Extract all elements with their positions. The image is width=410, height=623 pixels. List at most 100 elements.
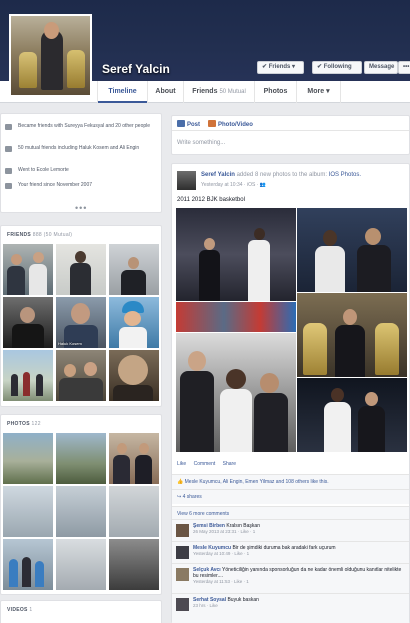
- friends-box-title: FRIENDS: [7, 232, 32, 238]
- story-author-avatar[interactable]: [177, 171, 196, 190]
- photo-tile[interactable]: [56, 433, 106, 484]
- videos-box-header[interactable]: VIDEOS 1: [7, 607, 33, 613]
- friends-box-header[interactable]: FRIENDS 888 (50 Mutual): [7, 232, 72, 238]
- story-time-text: Yesterday at 10:34 · iOS ·: [201, 182, 260, 188]
- tab-friends-label: Friends: [192, 88, 218, 95]
- story-author-link[interactable]: Seref Yalcin: [201, 172, 235, 178]
- friends-button[interactable]: ✔ Friends ▾: [257, 61, 304, 74]
- tab-about-label: About: [155, 88, 176, 95]
- album-caption: 2011 2012 BJK basketbol: [177, 197, 245, 203]
- photos-box-title: PHOTOS: [7, 421, 30, 427]
- photo-tile[interactable]: [56, 539, 106, 590]
- tab-more[interactable]: More ▾: [296, 81, 341, 103]
- commenter-avatar[interactable]: [176, 568, 189, 581]
- friends-button-label: Friends ▾: [268, 64, 296, 70]
- check-icon: ✔: [262, 64, 269, 70]
- friend-tile[interactable]: [3, 350, 53, 401]
- comment-meta[interactable]: 26 May 2013 at 23:31 · Like · 1: [193, 529, 405, 535]
- friend-tile[interactable]: [56, 244, 106, 295]
- comment-text: Yöneticiliğin yanında sponsorluğun da ne…: [193, 567, 402, 579]
- view-more-comments[interactable]: View 6 more comments: [172, 506, 409, 519]
- photos-box-header[interactable]: PHOTOS 122: [7, 421, 41, 427]
- profile-person-head: [44, 22, 59, 39]
- comment-body: Mesle Kuyumcu Bir de şimdiki duruma bak …: [193, 545, 405, 557]
- photo-tile[interactable]: [3, 433, 53, 484]
- friends-icon: [5, 124, 12, 130]
- photo-tile[interactable]: [56, 486, 106, 537]
- profile-picture[interactable]: [9, 14, 92, 97]
- album-photo[interactable]: [176, 208, 296, 301]
- photo-tile[interactable]: [3, 486, 53, 537]
- photos-box-count: 122: [31, 421, 41, 427]
- friend-name: Haluk Kosem: [58, 341, 82, 346]
- view-more-comments-text: View 6 more comments: [177, 511, 230, 517]
- active-tab-indicator: [98, 101, 148, 103]
- photo-tile[interactable]: [109, 486, 159, 537]
- tab-friends-count: 50 Mutual: [219, 89, 246, 95]
- message-button[interactable]: Message: [364, 61, 398, 74]
- like-button[interactable]: Like: [177, 461, 186, 467]
- friends-box: FRIENDS 888 (50 Mutual) Haluk Kosem: [0, 225, 162, 407]
- about-more-button[interactable]: •••: [75, 203, 87, 213]
- story-timestamp[interactable]: Yesterday at 10:34 · iOS · 👥: [201, 182, 266, 188]
- composer-post-tab[interactable]: Post: [177, 120, 200, 128]
- friend-tile[interactable]: [3, 297, 53, 348]
- album-photo[interactable]: [176, 333, 296, 452]
- friend-tile[interactable]: [3, 244, 53, 295]
- composer-input[interactable]: Write something...: [177, 140, 225, 146]
- composer-photo-label: Photo/Video: [218, 122, 253, 128]
- comment-button[interactable]: Comment: [194, 461, 216, 467]
- shares-summary[interactable]: ↪ 4 shares: [172, 489, 409, 504]
- tab-photos[interactable]: Photos: [254, 81, 296, 103]
- comment-meta[interactable]: 23 hrs · Like: [193, 603, 405, 609]
- friend-tile[interactable]: [109, 244, 159, 295]
- commenter-avatar[interactable]: [176, 598, 189, 611]
- friend-tile[interactable]: [109, 350, 159, 401]
- comment-meta[interactable]: Yesterday at 11:53 · Like · 1: [193, 579, 405, 585]
- about-box: Became friends with Sureyya Fekusyal and…: [0, 113, 162, 213]
- profile-person-body: [41, 30, 63, 90]
- album-photo[interactable]: [176, 302, 296, 332]
- trophy-left: [19, 52, 37, 88]
- friends-audience-icon: 👥: [259, 182, 266, 188]
- tab-photos-label: Photos: [263, 88, 288, 95]
- following-button[interactable]: ✔ Following: [312, 61, 362, 74]
- friend-tile[interactable]: Haluk Kosem: [56, 297, 106, 348]
- videos-box-count: 1: [29, 607, 33, 613]
- album-photo[interactable]: [297, 208, 407, 292]
- share-button[interactable]: Share: [223, 461, 236, 467]
- friend-tile[interactable]: [109, 297, 159, 348]
- commenter-avatar[interactable]: [176, 546, 189, 559]
- album-photo[interactable]: [297, 378, 407, 452]
- trophy-right: [67, 50, 85, 88]
- about-item-text: Went to Ecole Lemorte: [18, 167, 69, 173]
- tab-about[interactable]: About: [147, 81, 183, 103]
- videos-box: VIDEOS 1: [0, 600, 162, 623]
- comment-item: Selçuk Avcı Yöneticiliğin yanında sponso…: [172, 563, 409, 593]
- like-thumb-icon: 👍: [177, 479, 185, 485]
- tab-friends[interactable]: Friends 50 Mutual: [183, 81, 254, 103]
- comment-text: Buyuk baskan: [227, 597, 259, 603]
- album-photo[interactable]: [297, 293, 407, 377]
- commenter-avatar[interactable]: [176, 524, 189, 537]
- friend-tile[interactable]: [56, 350, 106, 401]
- photo-tile[interactable]: [109, 539, 159, 590]
- story-album-link[interactable]: IOS Photos.: [329, 172, 361, 178]
- photos-box: PHOTOS 122: [0, 414, 162, 595]
- album-photo-grid: [176, 208, 407, 452]
- about-item-text: Your friend since November 2007: [18, 182, 93, 188]
- more-options-button[interactable]: •••: [398, 61, 410, 74]
- composer-photo-tab[interactable]: Photo/Video: [208, 120, 253, 128]
- photo-tile[interactable]: [3, 539, 53, 590]
- composer-divider: [172, 130, 409, 131]
- profile-name[interactable]: Seref Yalcin: [102, 62, 170, 76]
- comment-meta[interactable]: Yesterday at 10:49 · Like · 1: [193, 551, 405, 557]
- comment-body: Selçuk Avcı Yöneticiliğin yanında sponso…: [193, 567, 405, 585]
- tab-timeline[interactable]: Timeline: [97, 81, 148, 103]
- pencil-icon: [177, 120, 185, 127]
- comment-item: Şemsi Birben Kralsın Başkan 26 May 2013 …: [172, 519, 409, 541]
- friends-box-count: 888 (50 Mutual): [32, 232, 73, 238]
- photo-tile[interactable]: [109, 433, 159, 484]
- story-action-text: added 8 new photos to the album:: [234, 172, 329, 178]
- likes-summary[interactable]: 👍 Mesle Kuyumcu, Ali Engin, Emen Yilmaz …: [172, 474, 409, 489]
